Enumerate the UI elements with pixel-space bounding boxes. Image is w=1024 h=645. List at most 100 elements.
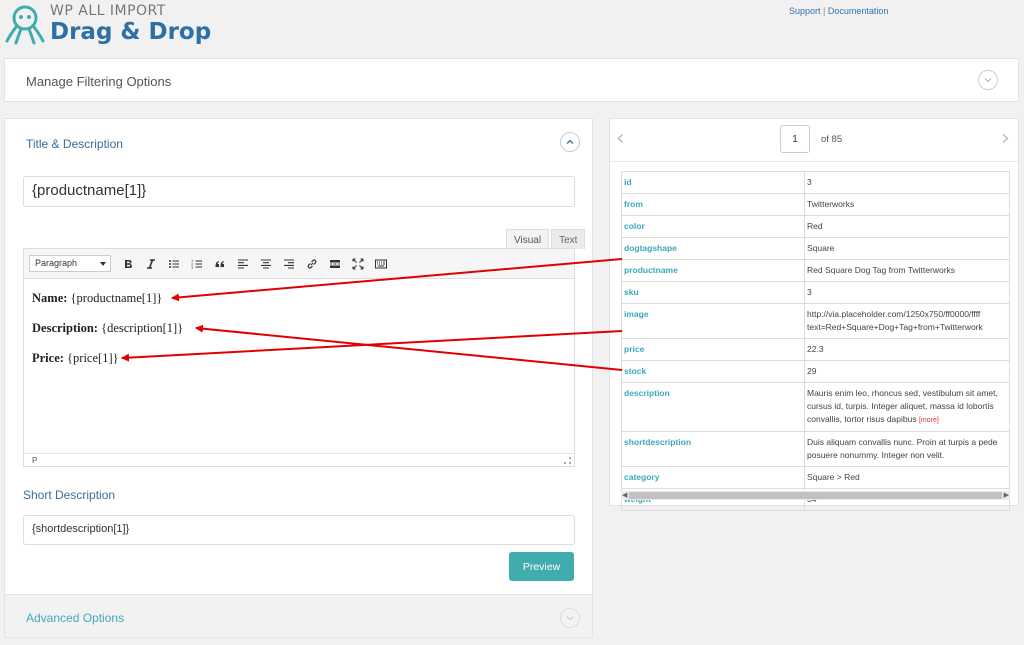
field-key[interactable]: shortdescription (621, 431, 805, 467)
table-row: category Square > Red (621, 466, 1010, 489)
collapse-title-description-button[interactable] (560, 132, 580, 152)
previous-record-arrow[interactable]: ‹ (616, 126, 625, 151)
title-description-heading: Title & Description (26, 137, 123, 151)
panel-divider (610, 161, 1018, 162)
resize-grip-icon[interactable] (564, 457, 571, 464)
field-key[interactable]: stock (621, 360, 805, 383)
insert-link-button[interactable] (301, 255, 323, 273)
bold-icon (125, 259, 132, 268)
table-row: stock 29 (621, 360, 1010, 383)
table-row: id 3 (621, 171, 1010, 194)
bulleted-list-button[interactable] (163, 255, 185, 273)
italic-button[interactable] (140, 255, 162, 273)
field-value: 3 (804, 281, 1010, 304)
tab-text[interactable]: Text (551, 229, 586, 249)
tab-visual[interactable]: Visual (506, 229, 550, 249)
editor-toolbar: Paragraph 123 (24, 249, 574, 279)
short-description-input[interactable]: {shortdescription[1]} (23, 515, 575, 545)
brand-small-text: WP ALL IMPORT (50, 3, 166, 19)
fullscreen-button[interactable] (347, 255, 369, 273)
field-value: http://via.placeholder.com/1250x750/ff00… (804, 303, 1010, 339)
support-link[interactable]: Support (789, 6, 821, 16)
title-input[interactable]: {productname[1]} (23, 176, 575, 207)
description-editor[interactable]: Paragraph 123 Name: {productname[1]} Des… (23, 248, 575, 467)
chevron-up-icon (566, 139, 574, 144)
link-separator: | (823, 6, 826, 16)
editor-status-bar: P (24, 453, 574, 466)
field-key[interactable]: from (621, 193, 805, 216)
expand-advanced-button[interactable] (560, 608, 580, 628)
title-description-panel: Title & Description {productname[1]} Vis… (4, 118, 593, 638)
expand-filtering-button[interactable] (978, 70, 998, 90)
advanced-options-panel[interactable]: Advanced Options (5, 594, 592, 637)
align-left-icon (238, 258, 248, 269)
field-key[interactable]: dogtagshape (621, 237, 805, 260)
align-right-button[interactable] (278, 255, 300, 273)
table-row: productname Red Square Dog Tag from Twitt… (621, 259, 1010, 282)
more-link[interactable]: [more] (919, 417, 939, 424)
scrollbar-thumb[interactable] (629, 492, 1002, 499)
numbered-list-icon: 123 (191, 259, 202, 270)
chevron-down-icon (984, 78, 992, 83)
editor-line-price: Price: {price[1]} (32, 351, 566, 366)
description-value: {description[1]} (101, 321, 184, 335)
table-row: sku 3 (621, 281, 1010, 304)
short-description-heading: Short Description (23, 488, 116, 502)
field-key[interactable]: category (621, 466, 805, 489)
format-select-value: Paragraph (35, 258, 78, 268)
blockquote-button[interactable] (209, 255, 231, 273)
field-value-text: Red Square Dog Tag from Twitterworks (807, 265, 956, 275)
editor-content[interactable]: Name: {productname[1]} Description: {des… (24, 279, 574, 393)
field-value-text: 3 (807, 287, 812, 297)
read-more-button[interactable] (324, 255, 346, 273)
table-row: dogtagshape Square (621, 237, 1010, 260)
field-value-text: 29 (807, 366, 817, 376)
field-value: 3 (804, 171, 1010, 194)
paragraph-format-select[interactable]: Paragraph (29, 255, 111, 272)
element-path: P (32, 456, 38, 465)
preview-button[interactable]: Preview (509, 552, 574, 581)
field-value: Duis aliquam convallis nunc. Proin at tu… (804, 431, 1010, 467)
align-center-button[interactable] (255, 255, 277, 273)
scroll-left-icon[interactable]: ◀ (622, 492, 627, 499)
top-links: Support | Documentation (789, 6, 888, 16)
field-value: Red Square Dog Tag from Twitterworks (804, 259, 1010, 282)
name-label: Name: (32, 291, 68, 305)
record-number-input[interactable]: 1 (780, 125, 810, 153)
bold-button[interactable] (117, 255, 139, 273)
align-right-icon (284, 258, 294, 269)
svg-text:3: 3 (191, 266, 193, 270)
table-row: description Mauris enim leo, rhoncus sed,… (621, 382, 1010, 432)
toolbar-toggle-button[interactable] (370, 255, 392, 273)
caret-down-icon (100, 262, 106, 266)
advanced-options-title: Advanced Options (26, 611, 125, 625)
scroll-right-icon[interactable]: ▶ (1004, 492, 1009, 499)
field-value-text: Duis aliquam convallis nunc. Proin at tu… (807, 437, 998, 460)
field-value-text: http://via.placeholder.com/1250x750/ff00… (807, 309, 983, 332)
field-key[interactable]: price (621, 338, 805, 361)
field-value-text: Twitterworks (807, 199, 855, 209)
filtering-options-panel[interactable]: Manage Filtering Options (4, 58, 1019, 102)
documentation-link[interactable]: Documentation (828, 6, 889, 16)
quote-icon (215, 260, 224, 267)
description-label: Description: (32, 321, 98, 335)
field-key[interactable]: color (621, 215, 805, 238)
link-icon (307, 258, 317, 269)
field-key[interactable]: description (621, 382, 805, 432)
bullet-list-icon (169, 259, 179, 268)
field-key[interactable]: productname (621, 259, 805, 282)
next-record-arrow[interactable]: › (1001, 126, 1010, 151)
editor-tabs: Visual Text (504, 229, 586, 249)
field-key[interactable]: image (621, 303, 805, 339)
table-row: image http://via.placeholder.com/1250x750… (621, 303, 1010, 339)
align-left-button[interactable] (232, 255, 254, 273)
field-key[interactable]: sku (621, 281, 805, 304)
field-value-text: 3 (807, 177, 812, 187)
horizontal-scrollbar[interactable]: ◀ ▶ (621, 491, 1010, 500)
read-more-icon (330, 259, 340, 268)
field-key[interactable]: id (621, 171, 805, 194)
editor-line-description: Description: {description[1]} (32, 321, 566, 336)
field-value-text: Mauris enim leo, rhoncus sed, vestibulum… (807, 388, 998, 424)
numbered-list-button[interactable]: 123 (186, 255, 208, 273)
record-count: of 85 (821, 134, 843, 145)
